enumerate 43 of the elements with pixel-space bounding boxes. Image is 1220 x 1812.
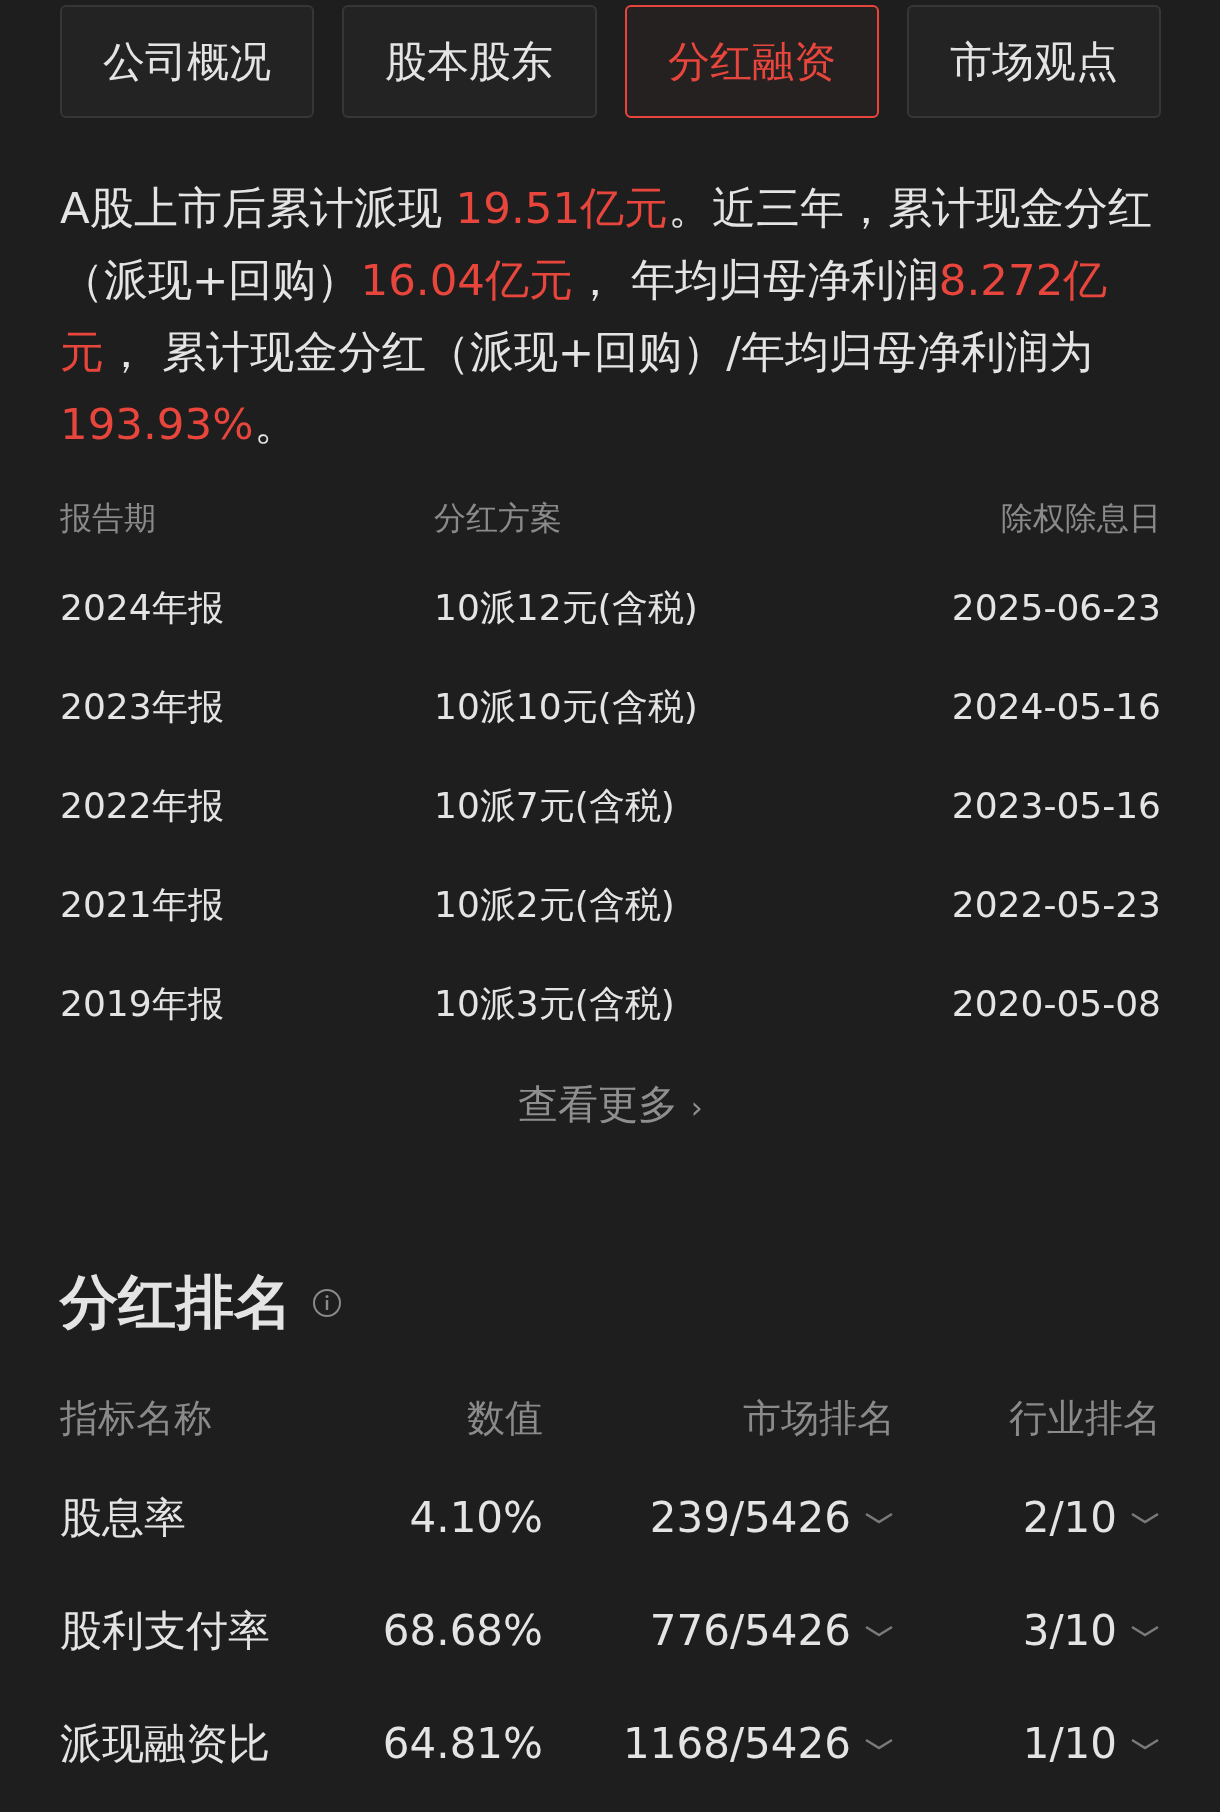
table-cell-text: 2019年报 [60,981,225,1026]
tab[interactable]: 股本股东 [342,5,597,118]
table-cell-text: 68.68% [381,1605,543,1657]
chevron-icon: › [690,1090,703,1125]
table-cell-text: 派现融资比 [60,1718,271,1770]
column-header: 分红方案 [434,498,563,539]
tab[interactable]: 分红融资 [624,5,879,118]
table-cell-text: 2021年报 [60,882,225,927]
column-header: 市场排名 [742,1395,895,1442]
table-cell-text: 2024年报 [60,585,225,630]
rank-value: 1/10 [1022,1718,1117,1770]
table-cell-text: 股利支付率 [60,1605,271,1657]
table-cell-text: 64.81% [381,1718,543,1770]
table-cell-text: 2020-05-08 [951,981,1161,1026]
table-cell-text: 4.10% [408,1492,543,1544]
tab[interactable]: 市场观点 [906,5,1161,118]
rank-value: 1168/5426 [623,1718,851,1770]
column-header: 除权除息日 [1000,498,1161,539]
table-cell-text: 10派10元(含税) [434,684,699,729]
more-link[interactable]: 查看更多 › [512,1073,709,1135]
column-header: 报告期 [60,498,157,539]
rank-value: 776/5426 [649,1605,851,1657]
table-cell-text: 2022-05-23 [951,882,1161,927]
column-header: 指标名称 [60,1395,213,1442]
table-cell-text: 2023-05-16 [951,783,1161,828]
summary-text: A股上市后累计派现 19.51亿元。近三年，累计现金分红（派现+回购）16.04亿元， 年均归母净利润8.272亿元， 累计现金分红（派现+回购）/年均归母净利润为 193.93%。 [60,182,1154,451]
section-title: 分红排名 [60,1267,292,1338]
table-cell-text: 股息率 [60,1492,187,1544]
rank-value: 239/5426 [649,1492,851,1544]
table-cell-text: 2025-06-23 [951,585,1161,630]
table-cell-text: 2022年报 [60,783,225,828]
table-cell-text: 10派7元(含税) [434,783,676,828]
column-header: 数值 [466,1395,543,1442]
info-icon[interactable] [312,1287,342,1318]
table-cell-text: 2024-05-16 [951,684,1161,729]
table-cell-text: 2023年报 [60,684,225,729]
tab[interactable]: 公司概况 [60,5,315,118]
rank-value: 2/10 [1022,1492,1117,1544]
table-cell-text: 10派12元(含税) [434,585,699,630]
table-cell-text: 10派2元(含税) [434,882,676,927]
column-header: 行业排名 [1008,1395,1161,1442]
table-cell-text: 10派3元(含税) [434,981,676,1026]
rank-value: 3/10 [1022,1605,1117,1657]
